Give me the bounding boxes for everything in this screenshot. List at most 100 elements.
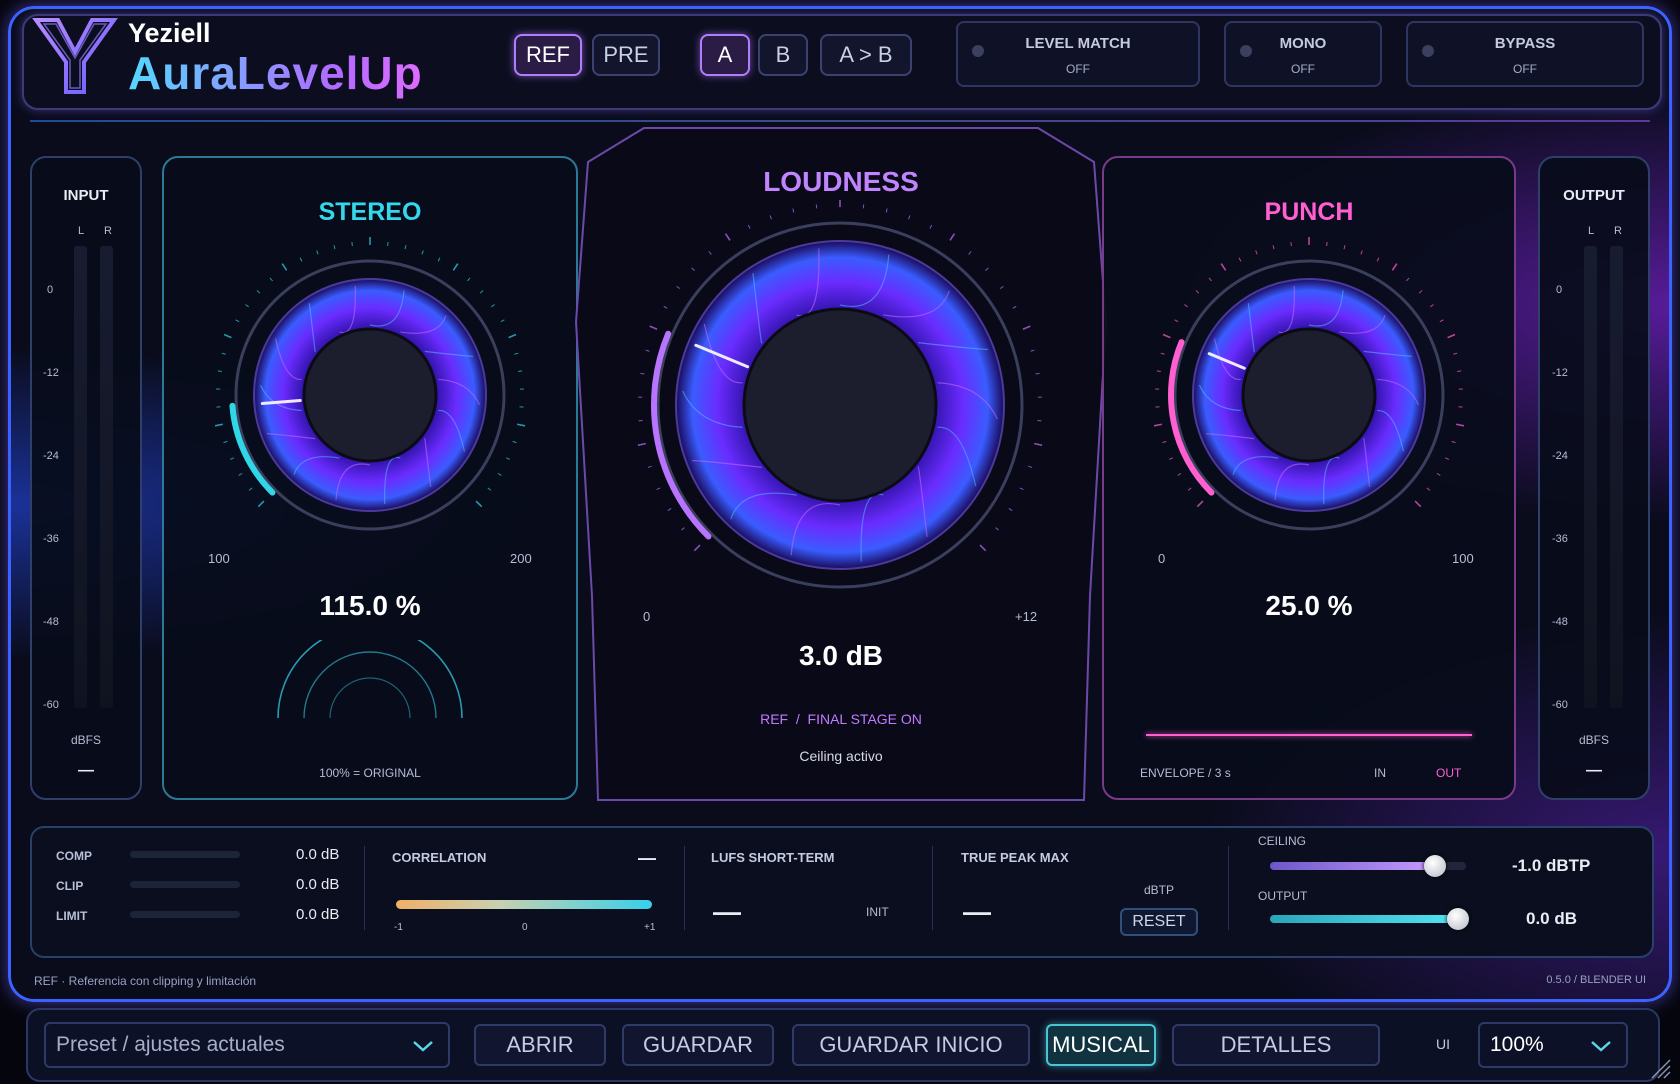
knob-tick xyxy=(1391,263,1398,271)
status-separator: / xyxy=(795,711,800,727)
correlation-meter xyxy=(396,900,652,909)
input-readout: — xyxy=(78,762,94,779)
output-gain-slider-thumb[interactable] xyxy=(1447,908,1470,930)
musical-button[interactable]: MUSICAL xyxy=(1046,1024,1156,1066)
stereo-title: STEREO xyxy=(318,198,422,226)
envelope-line xyxy=(1146,734,1472,736)
knob-tick xyxy=(1184,304,1188,308)
knob-tick xyxy=(487,487,492,491)
bypass-toggle[interactable]: BYPASS OFF xyxy=(1406,21,1644,87)
knob-tick xyxy=(769,215,772,220)
knob-tick xyxy=(1168,457,1173,460)
envelope-in-label[interactable]: IN xyxy=(1374,766,1386,780)
stereo-knob[interactable] xyxy=(186,230,554,560)
status-right: 0.5.0 / BLENDER UI xyxy=(1546,974,1646,986)
comp-value: 0.0 dB xyxy=(296,846,340,863)
output-meter-title: OUTPUT xyxy=(1563,187,1625,204)
knob-tick xyxy=(316,250,319,255)
output-gain-slider[interactable] xyxy=(1270,908,1470,930)
clip-value: 0.0 dB xyxy=(296,876,340,893)
detalles-button[interactable]: DETALLES xyxy=(1172,1024,1380,1066)
loudness-knob-cap xyxy=(742,307,938,503)
meter-tick: -24 xyxy=(1552,450,1568,462)
ref-button[interactable]: REF xyxy=(514,34,582,76)
level-match-toggle[interactable]: LEVEL MATCH OFF xyxy=(956,21,1200,87)
meter-tick: -12 xyxy=(1552,367,1568,379)
b-button[interactable]: B xyxy=(758,34,808,76)
knob-tick xyxy=(1012,305,1017,309)
mono-toggle[interactable]: MONO OFF xyxy=(1224,21,1382,87)
ceiling-slider[interactable] xyxy=(1270,855,1466,877)
brand-name: Yeziell xyxy=(128,18,211,48)
comp-label: COMP xyxy=(56,849,92,863)
envelope-out-label[interactable]: OUT xyxy=(1436,766,1461,780)
status-left: REF · Referencia con clipping y limitaci… xyxy=(34,974,257,988)
ceiling-status: Ceiling activo xyxy=(799,748,883,764)
input-unit-label: dBFS xyxy=(70,733,101,747)
lufs-init-label[interactable]: INIT xyxy=(866,905,889,919)
clip-meter xyxy=(130,881,240,888)
toggle-value: OFF xyxy=(1513,62,1537,76)
truepeak-value: — xyxy=(963,896,991,927)
knob-tick xyxy=(1034,442,1043,446)
meters-strip xyxy=(30,826,1654,958)
resize-grip-icon[interactable] xyxy=(1648,1056,1672,1080)
knob-tick xyxy=(647,465,652,468)
knob-tick xyxy=(676,285,681,290)
knob-tick xyxy=(667,508,672,511)
ui-label: UI xyxy=(1436,1036,1450,1052)
zoom-select[interactable]: 100% xyxy=(1478,1022,1628,1068)
knob-tick xyxy=(1187,487,1192,491)
knob-tick xyxy=(1030,349,1035,352)
guardar-inicio-button[interactable]: GUARDAR INICIO xyxy=(792,1024,1030,1066)
guardar-button[interactable]: GUARDAR xyxy=(622,1024,774,1066)
punch-title: PUNCH xyxy=(1264,198,1354,226)
a-to-b-button[interactable]: A > B xyxy=(820,34,912,76)
divider xyxy=(684,846,685,930)
channel-r-label: R xyxy=(1614,225,1622,237)
knob-tick xyxy=(256,290,261,294)
output-gain-label: OUTPUT xyxy=(1258,889,1308,903)
punch-max-label: 100 xyxy=(1452,551,1474,566)
toggle-value: OFF xyxy=(1066,62,1090,76)
output-meter-r xyxy=(1610,246,1623,708)
reset-button[interactable]: RESET xyxy=(1120,908,1198,936)
abrir-button[interactable]: ABRIR xyxy=(474,1024,606,1066)
pre-button[interactable]: PRE xyxy=(592,34,660,76)
toggle-value: OFF xyxy=(1291,62,1315,76)
toggle-label: MONO xyxy=(1279,35,1327,52)
punch-min-label: 0 xyxy=(1158,551,1166,566)
limit-value: 0.0 dB xyxy=(296,906,340,923)
loudness-knob[interactable] xyxy=(615,200,1065,610)
knob-tick xyxy=(1436,472,1441,476)
truepeak-unit: dBTP xyxy=(1144,883,1175,897)
status-final-stage: FINAL STAGE ON xyxy=(807,711,922,727)
correlation-value: — xyxy=(638,848,656,868)
knob-tick xyxy=(221,352,226,355)
meter-tick: -12 xyxy=(43,367,59,379)
truepeak-label: TRUE PEAK MAX xyxy=(961,850,1069,865)
knob-tick xyxy=(1451,440,1456,444)
knob-tick xyxy=(792,208,795,213)
ceiling-slider-thumb[interactable] xyxy=(1423,855,1446,877)
output-gain-value: 0.0 dB xyxy=(1526,909,1578,928)
correlation-label: CORRELATION xyxy=(392,850,487,865)
clip-label: CLIP xyxy=(56,879,84,893)
a-button[interactable]: A xyxy=(700,34,750,76)
knob-tick xyxy=(1153,423,1163,427)
product-name: AuraLevelUp xyxy=(128,47,423,99)
preset-select[interactable]: Preset / ajustes actuales xyxy=(44,1022,450,1068)
knob-tick xyxy=(1430,304,1434,308)
channel-r-label: R xyxy=(104,225,112,237)
output-unit-label: dBFS xyxy=(1578,733,1609,747)
punch-knob[interactable] xyxy=(1125,230,1493,560)
ceiling-value: -1.0 dBTP xyxy=(1512,856,1591,875)
knob-tick xyxy=(637,442,646,446)
knob-tick xyxy=(223,440,228,444)
knob-tick xyxy=(238,472,243,476)
knob-tick xyxy=(1162,333,1171,339)
punch-value: 25.0 % xyxy=(1265,590,1353,621)
loudness-min-label: 0 xyxy=(643,609,651,624)
ceiling-slider-fill xyxy=(1270,862,1435,870)
knob-tick xyxy=(1272,245,1275,250)
